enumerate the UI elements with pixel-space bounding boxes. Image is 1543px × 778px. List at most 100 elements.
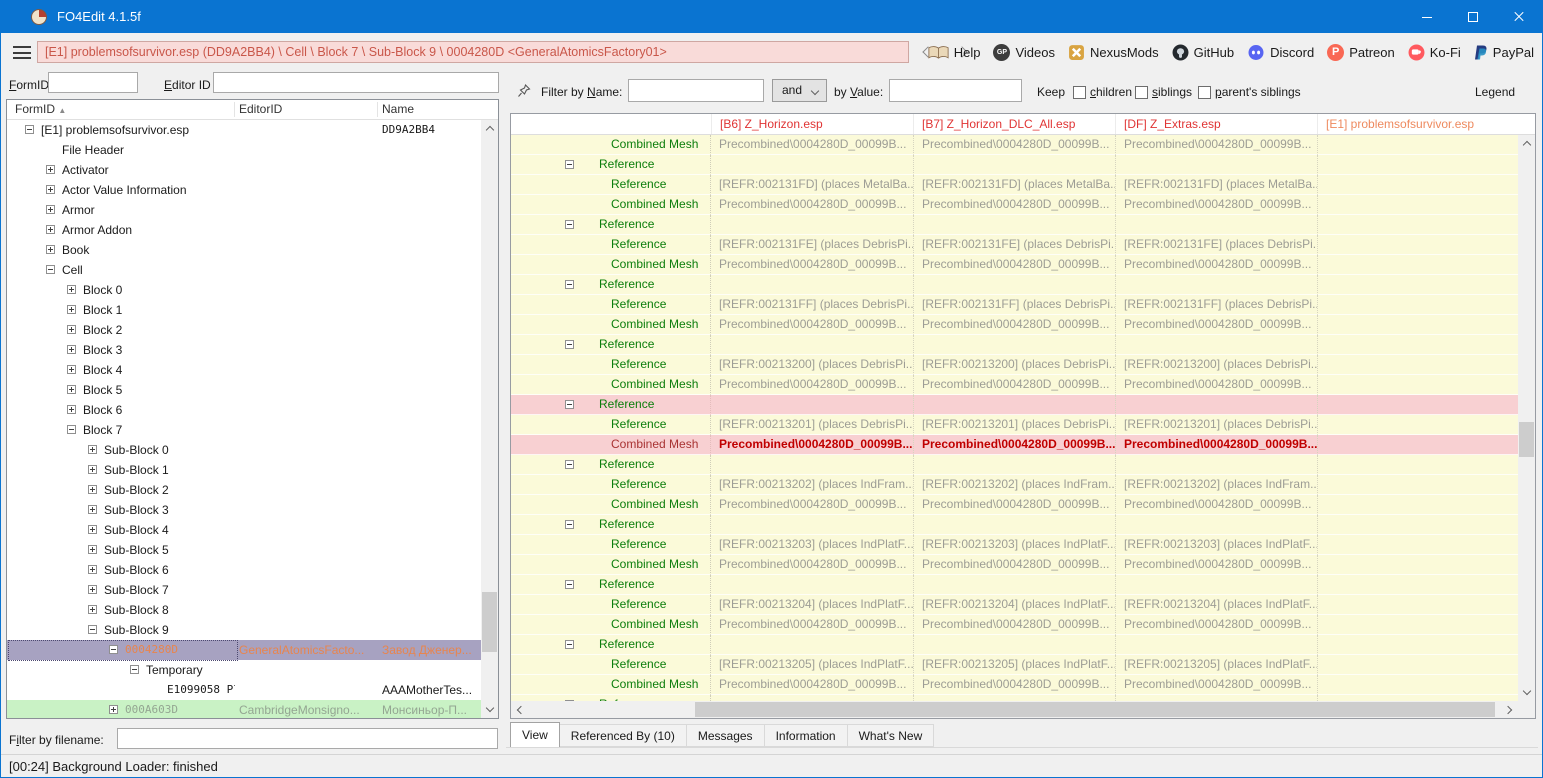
plugin-value-cell[interactable]: [REFR:00213203] (places IndPlatF... bbox=[913, 535, 1115, 555]
plugin-value-cell[interactable]: [REFR:00213201] (places DebrisPi... bbox=[913, 415, 1115, 435]
plugin-value-cell[interactable]: Precombined\0004280D_00099B... bbox=[711, 375, 913, 395]
plugin-value-cell[interactable]: [REFR:00213204] (places IndPlatF... bbox=[1115, 595, 1317, 615]
tree-row[interactable]: Sub-Block 2 bbox=[7, 480, 483, 500]
expand-icon[interactable] bbox=[88, 465, 97, 474]
plugin-value-cell[interactable] bbox=[1317, 515, 1518, 535]
plugin-value-cell[interactable] bbox=[1317, 195, 1518, 215]
grid-record-row[interactable]: Reference [REFR:00213203] (places IndPlat… bbox=[511, 535, 1518, 555]
collapse-icon[interactable] bbox=[565, 640, 574, 649]
plugin-value-cell[interactable] bbox=[711, 215, 913, 235]
plugin-value-cell[interactable] bbox=[1317, 335, 1518, 355]
plugin-value-cell[interactable] bbox=[1317, 275, 1518, 295]
minimize-button[interactable] bbox=[1404, 1, 1450, 33]
tab-information[interactable]: Information bbox=[764, 724, 848, 747]
plugin-value-cell[interactable] bbox=[1115, 275, 1317, 295]
tree-row[interactable]: File Header bbox=[7, 140, 483, 160]
toolbar-link-github[interactable]: GitHub bbox=[1172, 44, 1234, 61]
scrollbar-thumb[interactable] bbox=[1519, 422, 1534, 457]
grid-group-row[interactable]: Reference bbox=[511, 335, 1518, 355]
expand-icon[interactable] bbox=[46, 205, 55, 214]
plugin-value-cell[interactable] bbox=[913, 455, 1115, 475]
toolbar-link-discord[interactable]: Discord bbox=[1247, 44, 1314, 61]
grid-record-row[interactable]: Combined Mesh Precombined\0004280D_00099B… bbox=[511, 675, 1518, 695]
collapse-icon[interactable] bbox=[109, 645, 118, 654]
plugin-value-cell[interactable]: Precombined\0004280D_00099B... bbox=[1115, 435, 1317, 455]
plugin-value-cell[interactable]: Precombined\0004280D_00099B... bbox=[711, 315, 913, 335]
grid-vertical-scrollbar[interactable] bbox=[1518, 135, 1535, 701]
expand-icon[interactable] bbox=[88, 585, 97, 594]
scroll-down-button[interactable] bbox=[481, 701, 498, 718]
grid-group-row[interactable]: Reference bbox=[511, 395, 1518, 415]
grid-group-row[interactable]: Reference bbox=[511, 155, 1518, 175]
plugin-value-cell[interactable]: Precombined\0004280D_00099B... bbox=[711, 435, 913, 455]
scrollbar-thumb[interactable] bbox=[695, 702, 1495, 717]
operator-select[interactable]: and bbox=[772, 79, 827, 102]
collapse-icon[interactable] bbox=[565, 160, 574, 169]
expand-icon[interactable] bbox=[46, 165, 55, 174]
grid-record-row[interactable]: Combined Mesh Precombined\0004280D_00099B… bbox=[511, 615, 1518, 635]
collapse-icon[interactable] bbox=[565, 400, 574, 409]
plugin-value-cell[interactable] bbox=[711, 335, 913, 355]
plugin-value-cell[interactable]: Precombined\0004280D_00099B... bbox=[711, 555, 913, 575]
plugin-value-cell[interactable]: [REFR:00213200] (places DebrisPi... bbox=[913, 355, 1115, 375]
tree-row[interactable]: Sub-Block 8 bbox=[7, 600, 483, 620]
plugin-value-cell[interactable]: Precombined\0004280D_00099B... bbox=[1115, 375, 1317, 395]
plugin-value-cell[interactable] bbox=[711, 635, 913, 655]
expand-icon[interactable] bbox=[88, 505, 97, 514]
tree-row[interactable]: 000A603D CambridgeMonsigno... Монсиньор-П.… bbox=[7, 700, 483, 718]
plugin-value-cell[interactable]: [REFR:00213205] (places IndPlatF... bbox=[1115, 655, 1317, 675]
plugin-value-cell[interactable] bbox=[1317, 135, 1518, 155]
expand-icon[interactable] bbox=[46, 245, 55, 254]
tree-row[interactable]: E1099058 Placed Object AAAMotherTes... bbox=[7, 680, 483, 700]
expand-icon[interactable] bbox=[88, 445, 97, 454]
scroll-up-button[interactable] bbox=[481, 120, 498, 137]
plugin-value-cell[interactable]: [REFR:00213202] (places IndFram... bbox=[1115, 475, 1317, 495]
plugin-value-cell[interactable] bbox=[913, 515, 1115, 535]
grid-record-row[interactable]: Reference [REFR:002131FD] (places MetalBa… bbox=[511, 175, 1518, 195]
collapse-icon[interactable] bbox=[565, 340, 574, 349]
grid-record-row[interactable]: Combined Mesh Precombined\0004280D_00099B… bbox=[511, 435, 1518, 455]
expand-icon[interactable] bbox=[46, 185, 55, 194]
plugin-value-cell[interactable]: Precombined\0004280D_00099B... bbox=[711, 255, 913, 275]
tree-row[interactable]: Block 0 bbox=[7, 280, 483, 300]
tree-row[interactable]: Block 5 bbox=[7, 380, 483, 400]
toolbar-link-videos[interactable]: GP Videos bbox=[993, 43, 1055, 61]
plugin-value-cell[interactable] bbox=[1317, 635, 1518, 655]
plugin-value-cell[interactable]: Precombined\0004280D_00099B... bbox=[913, 255, 1115, 275]
collapse-icon[interactable] bbox=[67, 425, 76, 434]
plugin-value-cell[interactable] bbox=[1317, 575, 1518, 595]
grid-group-row[interactable]: Reference bbox=[511, 635, 1518, 655]
plugin-value-cell[interactable]: Precombined\0004280D_00099B... bbox=[1115, 195, 1317, 215]
expand-icon[interactable] bbox=[67, 285, 76, 294]
plugin-value-cell[interactable] bbox=[1317, 235, 1518, 255]
plugin-value-cell[interactable]: [REFR:002131FD] (places MetalBa... bbox=[711, 175, 913, 195]
maximize-button[interactable] bbox=[1450, 1, 1496, 33]
tree-row[interactable]: Activator bbox=[7, 160, 483, 180]
plugin-value-cell[interactable] bbox=[1317, 395, 1518, 415]
plugin-value-cell[interactable] bbox=[913, 275, 1115, 295]
plugin-value-cell[interactable] bbox=[1115, 515, 1317, 535]
expand-icon[interactable] bbox=[88, 525, 97, 534]
grid-record-row[interactable]: Combined Mesh Precombined\0004280D_00099B… bbox=[511, 255, 1518, 275]
column-header-formid[interactable]: FormID ▲ bbox=[15, 100, 66, 120]
plugin-value-cell[interactable] bbox=[1317, 355, 1518, 375]
tab-messages[interactable]: Messages bbox=[686, 724, 765, 747]
scrollbar-thumb[interactable] bbox=[482, 592, 497, 652]
expand-icon[interactable] bbox=[67, 325, 76, 334]
grid-record-row[interactable]: Combined Mesh Precombined\0004280D_00099B… bbox=[511, 195, 1518, 215]
tree-row[interactable]: Block 2 bbox=[7, 320, 483, 340]
plugin-value-cell[interactable]: [REFR:00213203] (places IndPlatF... bbox=[711, 535, 913, 555]
tree-row[interactable]: Block 4 bbox=[7, 360, 483, 380]
expand-icon[interactable] bbox=[67, 345, 76, 354]
plugin-value-cell[interactable] bbox=[913, 395, 1115, 415]
plugin-value-cell[interactable] bbox=[711, 155, 913, 175]
close-button[interactable] bbox=[1496, 1, 1542, 33]
checkbox-parents-siblings[interactable]: parent's siblings bbox=[1198, 85, 1301, 99]
plugin-value-cell[interactable]: [REFR:00213201] (places DebrisPi... bbox=[711, 415, 913, 435]
tree-row[interactable]: Armor bbox=[7, 200, 483, 220]
plugin-value-cell[interactable]: Precombined\0004280D_00099B... bbox=[913, 315, 1115, 335]
tab-view[interactable]: View bbox=[510, 722, 560, 747]
plugin-value-cell[interactable] bbox=[1115, 575, 1317, 595]
expand-icon[interactable] bbox=[67, 365, 76, 374]
plugin-value-cell[interactable]: Precombined\0004280D_00099B... bbox=[913, 435, 1115, 455]
